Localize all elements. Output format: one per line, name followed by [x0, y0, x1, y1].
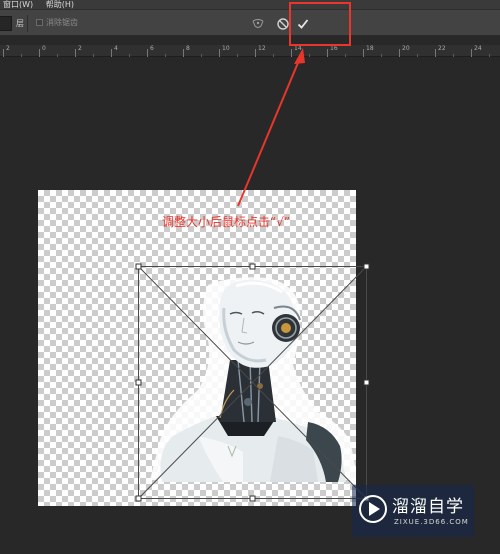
ruler-label: 24: [474, 45, 482, 52]
options-bar: 层 消除锯齿: [0, 9, 500, 36]
ruler-label: 14: [294, 45, 302, 52]
annotation-instruction: 调整大小后鼠标点击“√”: [162, 215, 291, 229]
options-field-label: 层: [16, 19, 24, 28]
menu-window[interactable]: 窗口(W): [3, 0, 33, 9]
ruler-label: 8: [186, 45, 190, 52]
menu-help[interactable]: 帮助(H): [46, 0, 74, 9]
horizontal-ruler: 2 0 2 4 6 8 10 12 14 16 18 20 22 24: [0, 45, 500, 57]
watermark-url: ZIXUE.3D66.COM: [394, 518, 469, 526]
ruler-label: 12: [258, 45, 266, 52]
anti-alias-label: 消除锯齿: [46, 18, 78, 27]
ruler-label: 20: [402, 45, 410, 52]
warp-mode-icon[interactable]: [251, 17, 265, 31]
ruler-label: 18: [366, 45, 374, 52]
commit-transform-icon[interactable]: [296, 17, 310, 31]
ruler-label: 10: [222, 45, 230, 52]
ruler-label: 2: [78, 45, 82, 52]
menu-bar: 窗口(W) 帮助(H): [0, 0, 500, 9]
ruler-label: 0: [42, 45, 46, 52]
watermark-badge: 溜溜自学 ZIXUE.3D66.COM: [352, 485, 474, 537]
ruler-label: 16: [330, 45, 338, 52]
robot-image: [150, 277, 356, 482]
options-value-field[interactable]: [0, 16, 12, 31]
watermark-title: 溜溜自学: [392, 497, 464, 517]
ruler-label: 2: [6, 45, 10, 52]
ruler-ticks: [3, 49, 490, 57]
ruler-label: 4: [114, 45, 118, 52]
options-separator: [27, 15, 28, 32]
annotation-arrow: [237, 48, 305, 207]
ruler-label: 22: [438, 45, 446, 52]
cancel-transform-icon[interactable]: [276, 17, 290, 31]
watermark-logo-icon: [359, 495, 387, 523]
anti-alias-checkbox[interactable]: [36, 19, 43, 26]
ruler-label: 6: [150, 45, 154, 52]
